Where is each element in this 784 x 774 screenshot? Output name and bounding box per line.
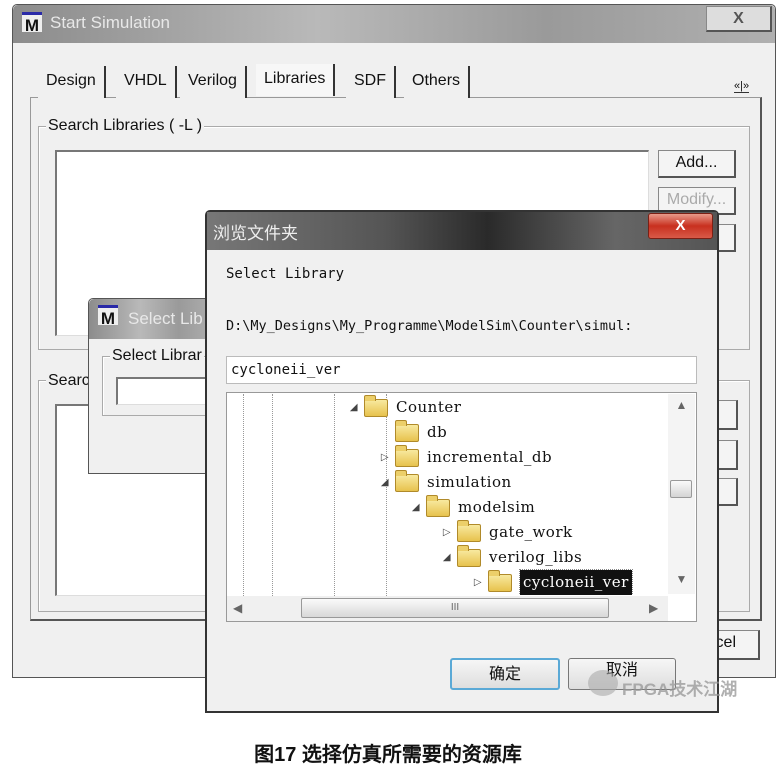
expanded-arrow-icon[interactable]: ◢ [348,395,360,420]
scroll-down-icon[interactable]: ▼ [668,572,695,586]
expanded-arrow-icon[interactable]: ◢ [441,545,453,570]
tab-design[interactable]: Design [38,66,106,98]
folder-icon [457,519,481,542]
tree-items: ◢ Counter db ▷ incremental_db ◢ simulation ◢ mod… [348,395,668,595]
horizontal-scrollbar[interactable]: ◀ III ▶ [227,596,668,621]
folder-icon [426,494,450,517]
tab-sdf[interactable]: SDF [346,66,396,98]
expanded-arrow-icon[interactable]: ◢ [410,495,422,520]
folder-icon [395,444,419,467]
current-path: D:\My_Designs\My_Programme\ModelSim\Coun… [226,318,633,334]
tree-item-label: modelsim [458,498,536,516]
window-title: Start Simulation [50,13,170,32]
tree-item-label: incremental_db [427,448,553,466]
tree-item[interactable]: ▷ cycloneii_ver [348,569,668,595]
scroll-right-icon[interactable]: ▶ [649,601,658,615]
wechat-icon [588,670,618,696]
tree-item[interactable]: db [348,419,668,445]
add-button[interactable]: Add... [658,150,736,178]
prompt-text: Select Library [226,266,345,282]
watermark: FPGA技术江湖 [622,680,738,699]
tab-verilog[interactable]: Verilog [180,66,247,98]
tree-guide-line [272,394,273,596]
scroll-up-icon[interactable]: ▲ [668,398,695,412]
dialog-title: Select Lib [128,309,203,328]
tree-guide-line [243,394,244,596]
ok-button[interactable]: 确定 [450,658,560,690]
browse-dialog-title: 浏览文件夹 [213,224,298,243]
scroll-thumb[interactable] [670,480,692,498]
collapsed-arrow-icon[interactable]: ▷ [472,570,484,595]
tree-item[interactable]: ▷ gate_work [348,519,668,545]
tree-item-label: gate_work [489,523,573,541]
search-second-label: Searc [46,372,92,390]
tree-item-label: cycloneii_ver [519,569,633,595]
close-button[interactable]: X [648,213,713,239]
tree-item-label: db [427,423,448,441]
select-library-input[interactable] [116,377,216,405]
collapsed-arrow-icon[interactable]: ▷ [379,445,391,470]
tab-vhdl[interactable]: VHDL [116,66,177,98]
tree-item[interactable]: ◢ Counter [348,395,668,420]
folder-icon [395,419,419,442]
close-button[interactable]: X [706,6,772,32]
folder-icon [457,544,481,567]
collapsed-arrow-icon[interactable]: ▷ [441,520,453,545]
folder-icon [364,395,388,417]
search-libraries-label: Search Libraries ( -L ) [46,117,205,135]
select-library-label: Select Librar [110,347,204,365]
tree-item-label: Counter [396,398,462,416]
tree-item-label: verilog_libs [489,548,583,566]
modelsim-logo-icon: M [98,305,118,328]
scroll-left-icon[interactable]: ◀ [233,601,242,615]
folder-input[interactable]: cycloneii_ver [226,356,697,384]
tree-item[interactable]: ◢ verilog_libs [348,544,668,570]
tree-item[interactable]: ◢ simulation [348,469,668,495]
tab-scroll-arrows[interactable]: «|» [734,80,750,93]
scroll-thumb[interactable]: III [301,598,609,618]
figure-caption: 图17 选择仿真所需要的资源库 [254,744,522,766]
tab-libraries[interactable]: Libraries [256,64,336,96]
tree-guide-line [334,394,335,596]
tab-others[interactable]: Others [404,66,471,98]
modelsim-logo-icon: M [22,12,42,35]
tree-item[interactable]: ▷ incremental_db [348,444,668,470]
tree-item-label: simulation [427,473,512,491]
expanded-arrow-icon[interactable]: ◢ [379,470,391,495]
vertical-scrollbar[interactable]: ▲ ▼ [668,394,695,594]
folder-icon [395,469,419,492]
tree-item[interactable]: ◢ modelsim [348,494,668,520]
folder-icon [488,569,512,592]
